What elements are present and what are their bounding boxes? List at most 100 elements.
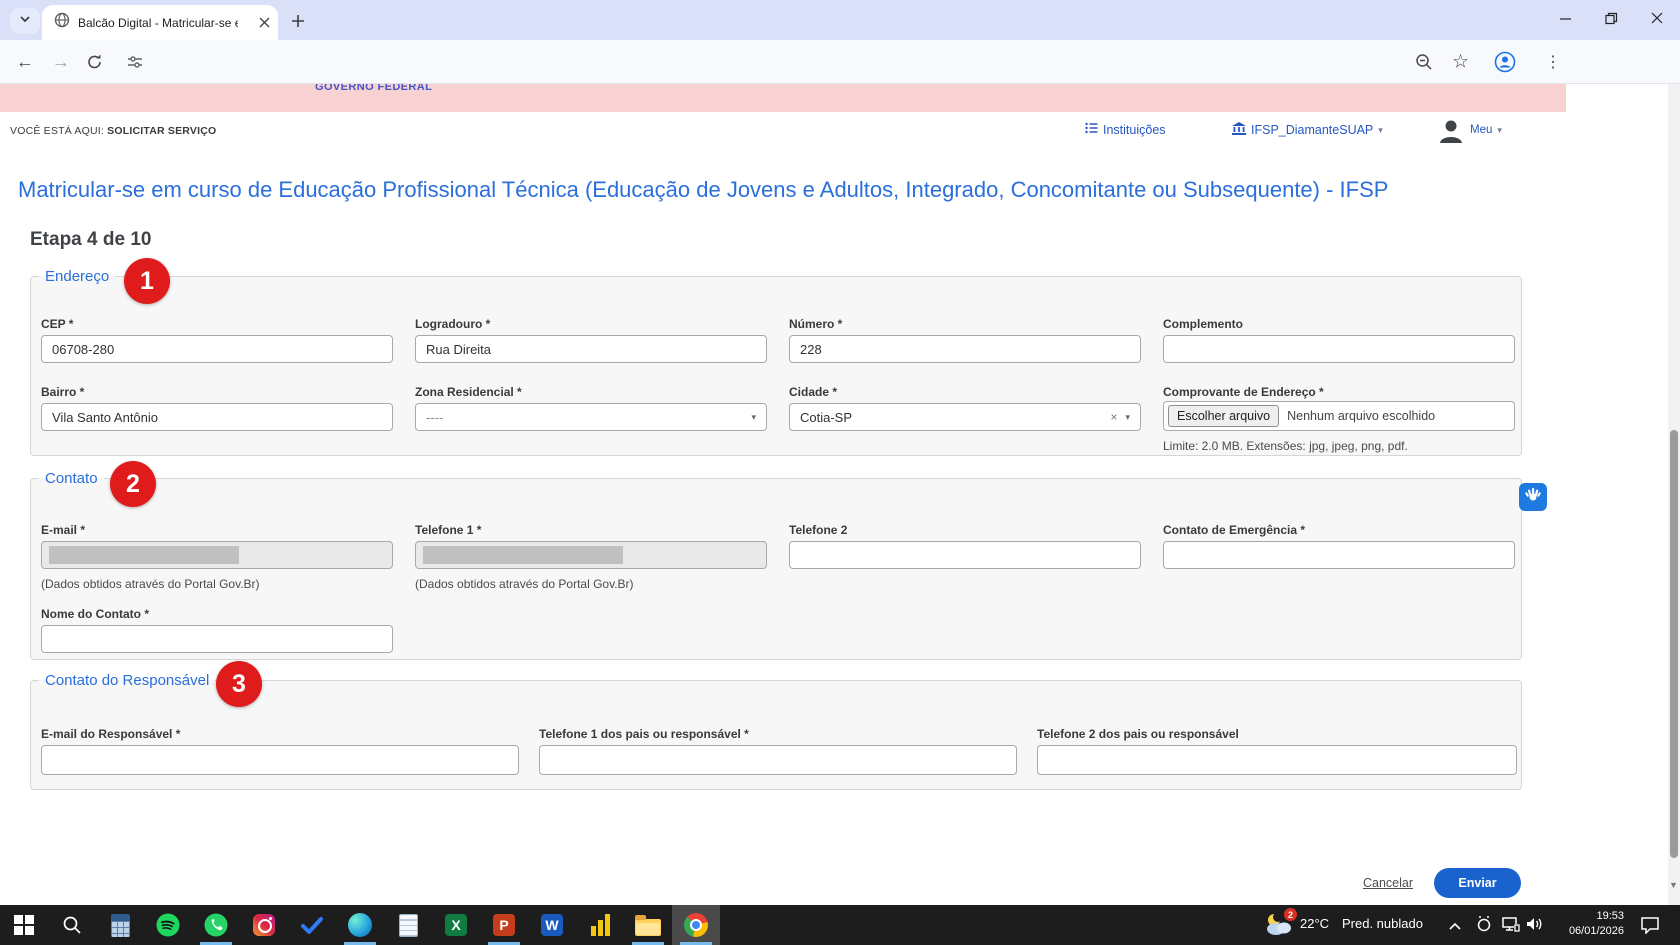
taskbar-word-icon[interactable]: W	[528, 905, 576, 945]
new-tab-button[interactable]	[288, 11, 308, 31]
back-icon[interactable]: ←	[16, 51, 34, 72]
logradouro-input[interactable]: Rua Direita	[415, 335, 767, 363]
taskbar-search-icon[interactable]	[48, 905, 96, 945]
section-contato-legend: Contato	[45, 470, 98, 487]
clock-time: 19:53	[1548, 909, 1624, 924]
taskbar-whatsapp-icon[interactable]	[192, 905, 240, 945]
tray-network-icon[interactable]	[1502, 916, 1520, 937]
tray-speaker-icon[interactable]	[1526, 916, 1544, 937]
scrollbar-thumb[interactable]	[1670, 430, 1678, 858]
taskbar-edge-icon[interactable]	[336, 905, 384, 945]
comprovante-file-input[interactable]: Escolher arquivo Nenhum arquivo escolhid…	[1163, 401, 1515, 431]
taskbar-powerpoint-icon[interactable]: P	[480, 905, 528, 945]
guardian-email-label: E-mail do Responsável *	[41, 727, 180, 741]
taskbar: X P W 2 22°C Pred. nublado 19:53 06/01/2…	[0, 905, 1680, 945]
taskbar-instagram-icon[interactable]	[240, 905, 288, 945]
globe-favicon-icon	[54, 12, 70, 33]
nav-institutions-link[interactable]: Instituições	[1085, 122, 1166, 137]
email-label: E-mail *	[41, 523, 85, 537]
emergency-label: Contato de Emergência *	[1163, 523, 1305, 537]
complemento-input[interactable]	[1163, 335, 1515, 363]
weather-condition[interactable]: Pred. nublado	[1342, 916, 1423, 931]
breadcrumb-current: SOLICITAR SERVIÇO	[107, 125, 216, 137]
nav-institution-selector[interactable]: IFSP_DiamanteSUAP ▾	[1232, 122, 1383, 138]
bairro-label: Bairro *	[41, 385, 84, 399]
cep-value: 06708-280	[52, 342, 114, 357]
hand-icon	[1525, 487, 1541, 508]
contact-name-input[interactable]	[41, 625, 393, 653]
phone2-input[interactable]	[789, 541, 1141, 569]
user-avatar[interactable]	[1436, 116, 1466, 151]
browser-tab[interactable]: Balcão Digital - Matricular-se e	[42, 5, 278, 40]
annotation-badge-2: 2	[110, 461, 156, 507]
taskbar-calculator-icon[interactable]	[96, 905, 144, 945]
email-input	[41, 541, 393, 569]
tab-search-button[interactable]	[10, 8, 40, 34]
weather-temp[interactable]: 22°C	[1300, 916, 1329, 931]
logradouro-label: Logradouro *	[415, 317, 490, 331]
window-minimize-button[interactable]	[1542, 0, 1588, 36]
cidade-value: Cotia-SP	[800, 410, 852, 425]
guardian-phone1-input[interactable]	[539, 745, 1017, 775]
window-restore-button[interactable]	[1588, 0, 1634, 36]
redacted-value	[49, 546, 239, 564]
logradouro-value: Rua Direita	[426, 342, 491, 357]
browser-tabstrip: Balcão Digital - Matricular-se e	[0, 0, 1680, 40]
forward-icon[interactable]: →	[52, 51, 70, 72]
taskbar-spotify-icon[interactable]	[144, 905, 192, 945]
section-responsavel-legend: Contato do Responsável	[45, 672, 209, 689]
scrollbar[interactable]: ▼	[1668, 84, 1680, 905]
taskbar-todo-check-icon[interactable]	[288, 905, 336, 945]
reload-icon[interactable]	[86, 53, 103, 70]
taskbar-clock[interactable]: 19:53 06/01/2026	[1548, 909, 1624, 939]
notification-center-icon[interactable]	[1640, 916, 1660, 939]
zoom-out-icon[interactable]	[1415, 53, 1433, 71]
chevron-down-icon: ▾	[1378, 125, 1383, 136]
section-contato: Contato E-mail * (Dados obtidos através …	[30, 470, 1522, 660]
nav-user-menu[interactable]: Meu ▾	[1470, 124, 1502, 136]
taskbar-weather-icon[interactable]: 2	[1264, 912, 1292, 941]
guardian-phone2-input[interactable]	[1037, 745, 1517, 775]
annotation-badge-3: 3	[216, 661, 262, 707]
tab-close-icon[interactable]	[259, 17, 270, 28]
taskbar-file-explorer-icon[interactable]	[624, 905, 672, 945]
emergency-input[interactable]	[1163, 541, 1515, 569]
clear-selection-icon[interactable]: ×	[1110, 410, 1125, 424]
taskbar-notepad-icon[interactable]	[384, 905, 432, 945]
bairro-input[interactable]: Vila Santo Antônio	[41, 403, 393, 431]
cancel-link[interactable]: Cancelar	[1363, 876, 1413, 890]
step-indicator: Etapa 4 de 10	[30, 229, 151, 251]
tab-title: Balcão Digital - Matricular-se e	[78, 16, 238, 30]
phone1-label: Telefone 1 *	[415, 523, 481, 537]
tray-chevron-up-icon[interactable]	[1448, 918, 1462, 936]
cidade-select[interactable]: Cotia-SP × ▾	[789, 403, 1141, 431]
zona-value: ----	[426, 410, 443, 425]
profile-icon[interactable]	[1494, 51, 1516, 73]
tray-status-icon[interactable]	[1476, 915, 1492, 938]
bookmark-star-icon[interactable]: ☆	[1452, 50, 1469, 73]
accessibility-vlibras-button[interactable]	[1519, 483, 1547, 511]
cep-input[interactable]: 06708-280	[41, 335, 393, 363]
page-title: Matricular-se em curso de Educação Profi…	[18, 177, 1388, 203]
numero-label: Número *	[789, 317, 842, 331]
complemento-label: Complemento	[1163, 317, 1243, 331]
submit-button[interactable]: Enviar	[1434, 868, 1521, 898]
phone1-help: (Dados obtidos através do Portal Gov.Br)	[415, 577, 634, 591]
phone1-input	[415, 541, 767, 569]
browser-toolbar: ← → ☆ ⋮	[0, 40, 1680, 84]
suap-nav-row: VOCÊ ESTÁ AQUI: SOLICITAR SERVIÇO Instit…	[0, 112, 1680, 152]
taskbar-start-button[interactable]	[0, 905, 48, 945]
window-close-button[interactable]	[1634, 0, 1680, 36]
file-choose-button[interactable]: Escolher arquivo	[1168, 405, 1279, 427]
menu-dots-icon[interactable]: ⋮	[1545, 52, 1561, 72]
taskbar-power-bi-icon[interactable]	[576, 905, 624, 945]
numero-input[interactable]: 228	[789, 335, 1141, 363]
taskbar-chrome-icon[interactable]	[672, 905, 720, 945]
taskbar-excel-icon[interactable]: X	[432, 905, 480, 945]
chevron-down-icon: ▾	[1497, 125, 1502, 136]
site-settings-icon[interactable]	[127, 54, 143, 70]
zona-select[interactable]: ---- ▾	[415, 403, 767, 431]
file-help: Limite: 2.0 MB. Extensões: jpg, jpeg, pn…	[1163, 439, 1408, 453]
guardian-email-input[interactable]	[41, 745, 519, 775]
scrollbar-down-icon[interactable]: ▼	[1669, 880, 1678, 890]
